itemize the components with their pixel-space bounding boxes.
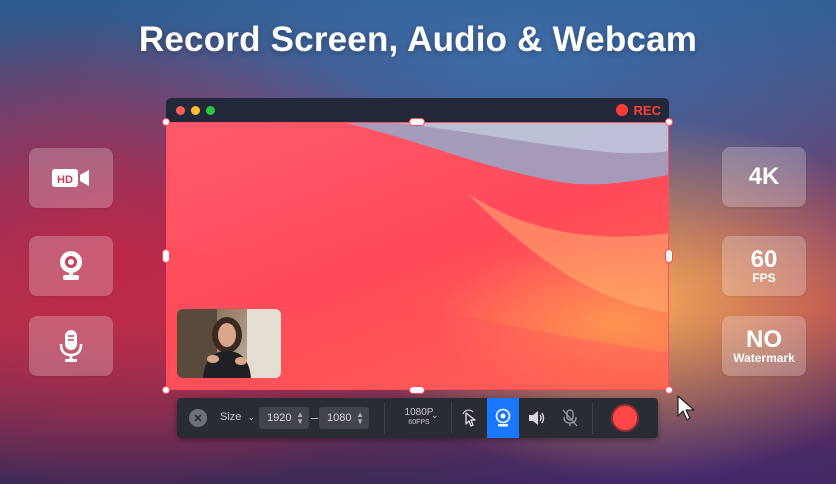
cursor-clicks-toggle[interactable] [461, 409, 477, 432]
dimension-separator: – [311, 410, 319, 425]
microphone-feature-tile [29, 316, 113, 376]
resize-handle-bottom-left[interactable] [162, 386, 170, 394]
webcam-preview[interactable] [177, 309, 281, 378]
cursor-click-icon [462, 409, 476, 427]
4k-feature-tile: 4K [722, 147, 806, 207]
width-value: 1920 [267, 412, 292, 424]
resize-handle-top-left[interactable] [162, 118, 170, 126]
hd-video-feature-tile: HD [29, 148, 113, 208]
webcam-feature-tile [29, 236, 113, 296]
stepper-arrows-icon[interactable]: ▲ ▼ [296, 411, 304, 426]
hd-video-icon: HD [52, 169, 89, 187]
feature-4k-label: 4K [748, 163, 780, 190]
size-label: Size [220, 411, 242, 423]
toolbar-divider [451, 402, 452, 434]
width-stepper[interactable]: 1920 ▲ ▼ [259, 407, 309, 429]
close-window-button[interactable] [176, 106, 185, 115]
resize-handle-bottom-right[interactable] [665, 386, 673, 394]
rec-indicator-icon [616, 104, 628, 116]
resize-handle-right[interactable] [665, 249, 673, 263]
speaker-icon [529, 411, 545, 425]
record-button[interactable] [611, 404, 639, 432]
system-audio-toggle[interactable] [528, 410, 546, 431]
microphone-icon [59, 330, 83, 362]
size-dropdown[interactable]: Size ⌄ [220, 411, 255, 423]
webcam-toggle-button[interactable] [487, 398, 519, 438]
feature-60-label: 60 [750, 245, 778, 273]
no-watermark-feature-tile: NO Watermark [722, 316, 806, 376]
zoom-window-button[interactable] [206, 106, 215, 115]
resize-handle-left[interactable] [162, 249, 170, 263]
close-icon [194, 414, 202, 422]
height-stepper[interactable]: 1080 ▲ ▼ [319, 407, 369, 429]
recording-toolbar: Size ⌄ 1920 ▲ ▼ – 1080 ▲ ▼ 1080P 60FPS ⌄ [177, 398, 658, 438]
feature-watermark-label: Watermark [733, 350, 795, 365]
toolbar-divider [384, 402, 385, 434]
webcam-person-image [177, 309, 281, 378]
60fps-feature-tile: 60 FPS [722, 236, 806, 296]
webcam-icon [495, 408, 511, 427]
toolbar-divider [592, 402, 593, 434]
chevron-down-icon: ⌄ [247, 412, 256, 422]
chevron-down-icon[interactable]: ⌄ [431, 410, 439, 421]
feature-no-label: NO [746, 325, 782, 353]
mouse-pointer-icon [677, 395, 695, 421]
resize-handle-bottom[interactable] [409, 386, 425, 394]
close-toolbar-button[interactable] [189, 409, 207, 427]
stepper-arrows-icon[interactable]: ▲ ▼ [356, 411, 364, 426]
resize-handle-top[interactable] [409, 118, 425, 126]
feature-fps-label: FPS [752, 270, 776, 285]
microphone-toggle[interactable] [562, 409, 578, 432]
microphone-muted-icon [562, 409, 578, 427]
webcam-icon [60, 251, 82, 280]
headline: Record Screen, Audio & Webcam [138, 20, 698, 59]
hd-label: HD [57, 174, 73, 186]
minimize-window-button[interactable] [191, 106, 200, 115]
height-value: 1080 [327, 412, 352, 424]
rec-label: REC [633, 103, 661, 118]
resize-handle-top-right[interactable] [665, 118, 673, 126]
